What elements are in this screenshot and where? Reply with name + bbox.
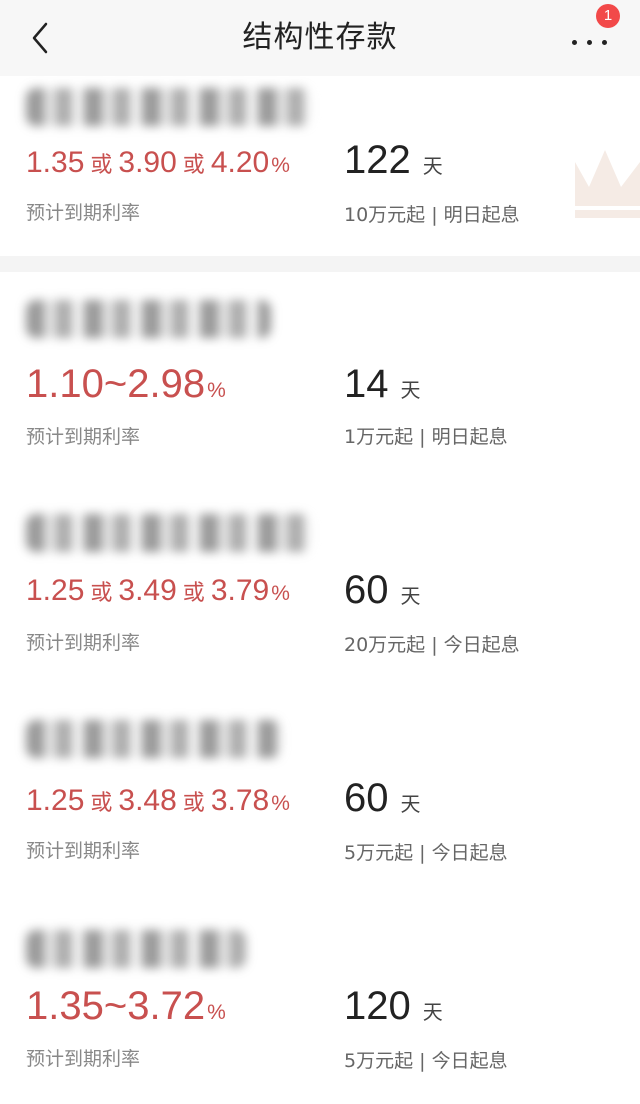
rate-value: 1.25 或 3.48 或 3.78%: [26, 784, 290, 817]
product-name-blurred: [26, 300, 271, 338]
rate-label: 预计到期利率: [26, 632, 141, 654]
product-card[interactable]: 1.35~3.72% 预计到期利率 120 天 5万元起 | 今日起息: [0, 896, 640, 1104]
product-card[interactable]: 1.25 或 3.49 或 3.79% 预计到期利率 60 天 20万元起 | 今日起息: [0, 480, 640, 688]
rate-label: 预计到期利率: [26, 1048, 141, 1070]
min-amount-condition: 5万元起 | 今日起息: [344, 1050, 508, 1072]
product-name-blurred: [26, 88, 311, 126]
rate-value: 1.10~2.98%: [26, 362, 226, 406]
product-card[interactable]: 1.10~2.98% 预计到期利率 14 天 1万元起 | 明日起息: [0, 272, 640, 480]
term-days: 14 天: [344, 362, 421, 406]
page-title: 结构性存款: [242, 20, 398, 55]
rate-value: 1.25 或 3.49 或 3.79%: [26, 574, 290, 607]
product-card[interactable]: 1.25 或 3.48 或 3.78% 预计到期利率 60 天 5万元起 | 今日起息: [0, 688, 640, 896]
term-days: 122 天: [344, 138, 443, 182]
min-amount-condition: 1万元起 | 明日起息: [344, 426, 508, 448]
term-days: 60 天: [344, 776, 421, 820]
min-amount-condition: 20万元起 | 今日起息: [344, 634, 520, 656]
crown-icon: [575, 150, 640, 218]
product-card[interactable]: 1.35 或 3.90 或 4.20% 预计到期利率 122 天 10万元起 | 明日起息: [0, 76, 640, 256]
nav-bar: 结构性存款 1: [0, 0, 640, 76]
notification-badge: 1: [596, 4, 620, 28]
product-name-blurred: [26, 514, 311, 552]
more-dots-icon: [572, 40, 608, 46]
product-name-blurred: [26, 720, 281, 758]
rate-value: 1.35 或 3.90 或 4.20%: [26, 146, 290, 179]
rate-value: 1.35~3.72%: [26, 984, 226, 1028]
product-name-blurred: [26, 930, 246, 968]
section-divider: [0, 256, 640, 272]
min-amount-condition: 10万元起 | 明日起息: [344, 204, 520, 226]
rate-label: 预计到期利率: [26, 202, 141, 224]
rate-label: 预计到期利率: [26, 840, 141, 862]
rate-label: 预计到期利率: [26, 426, 141, 448]
term-days: 60 天: [344, 568, 421, 612]
term-days: 120 天: [344, 984, 443, 1028]
min-amount-condition: 5万元起 | 今日起息: [344, 842, 508, 864]
